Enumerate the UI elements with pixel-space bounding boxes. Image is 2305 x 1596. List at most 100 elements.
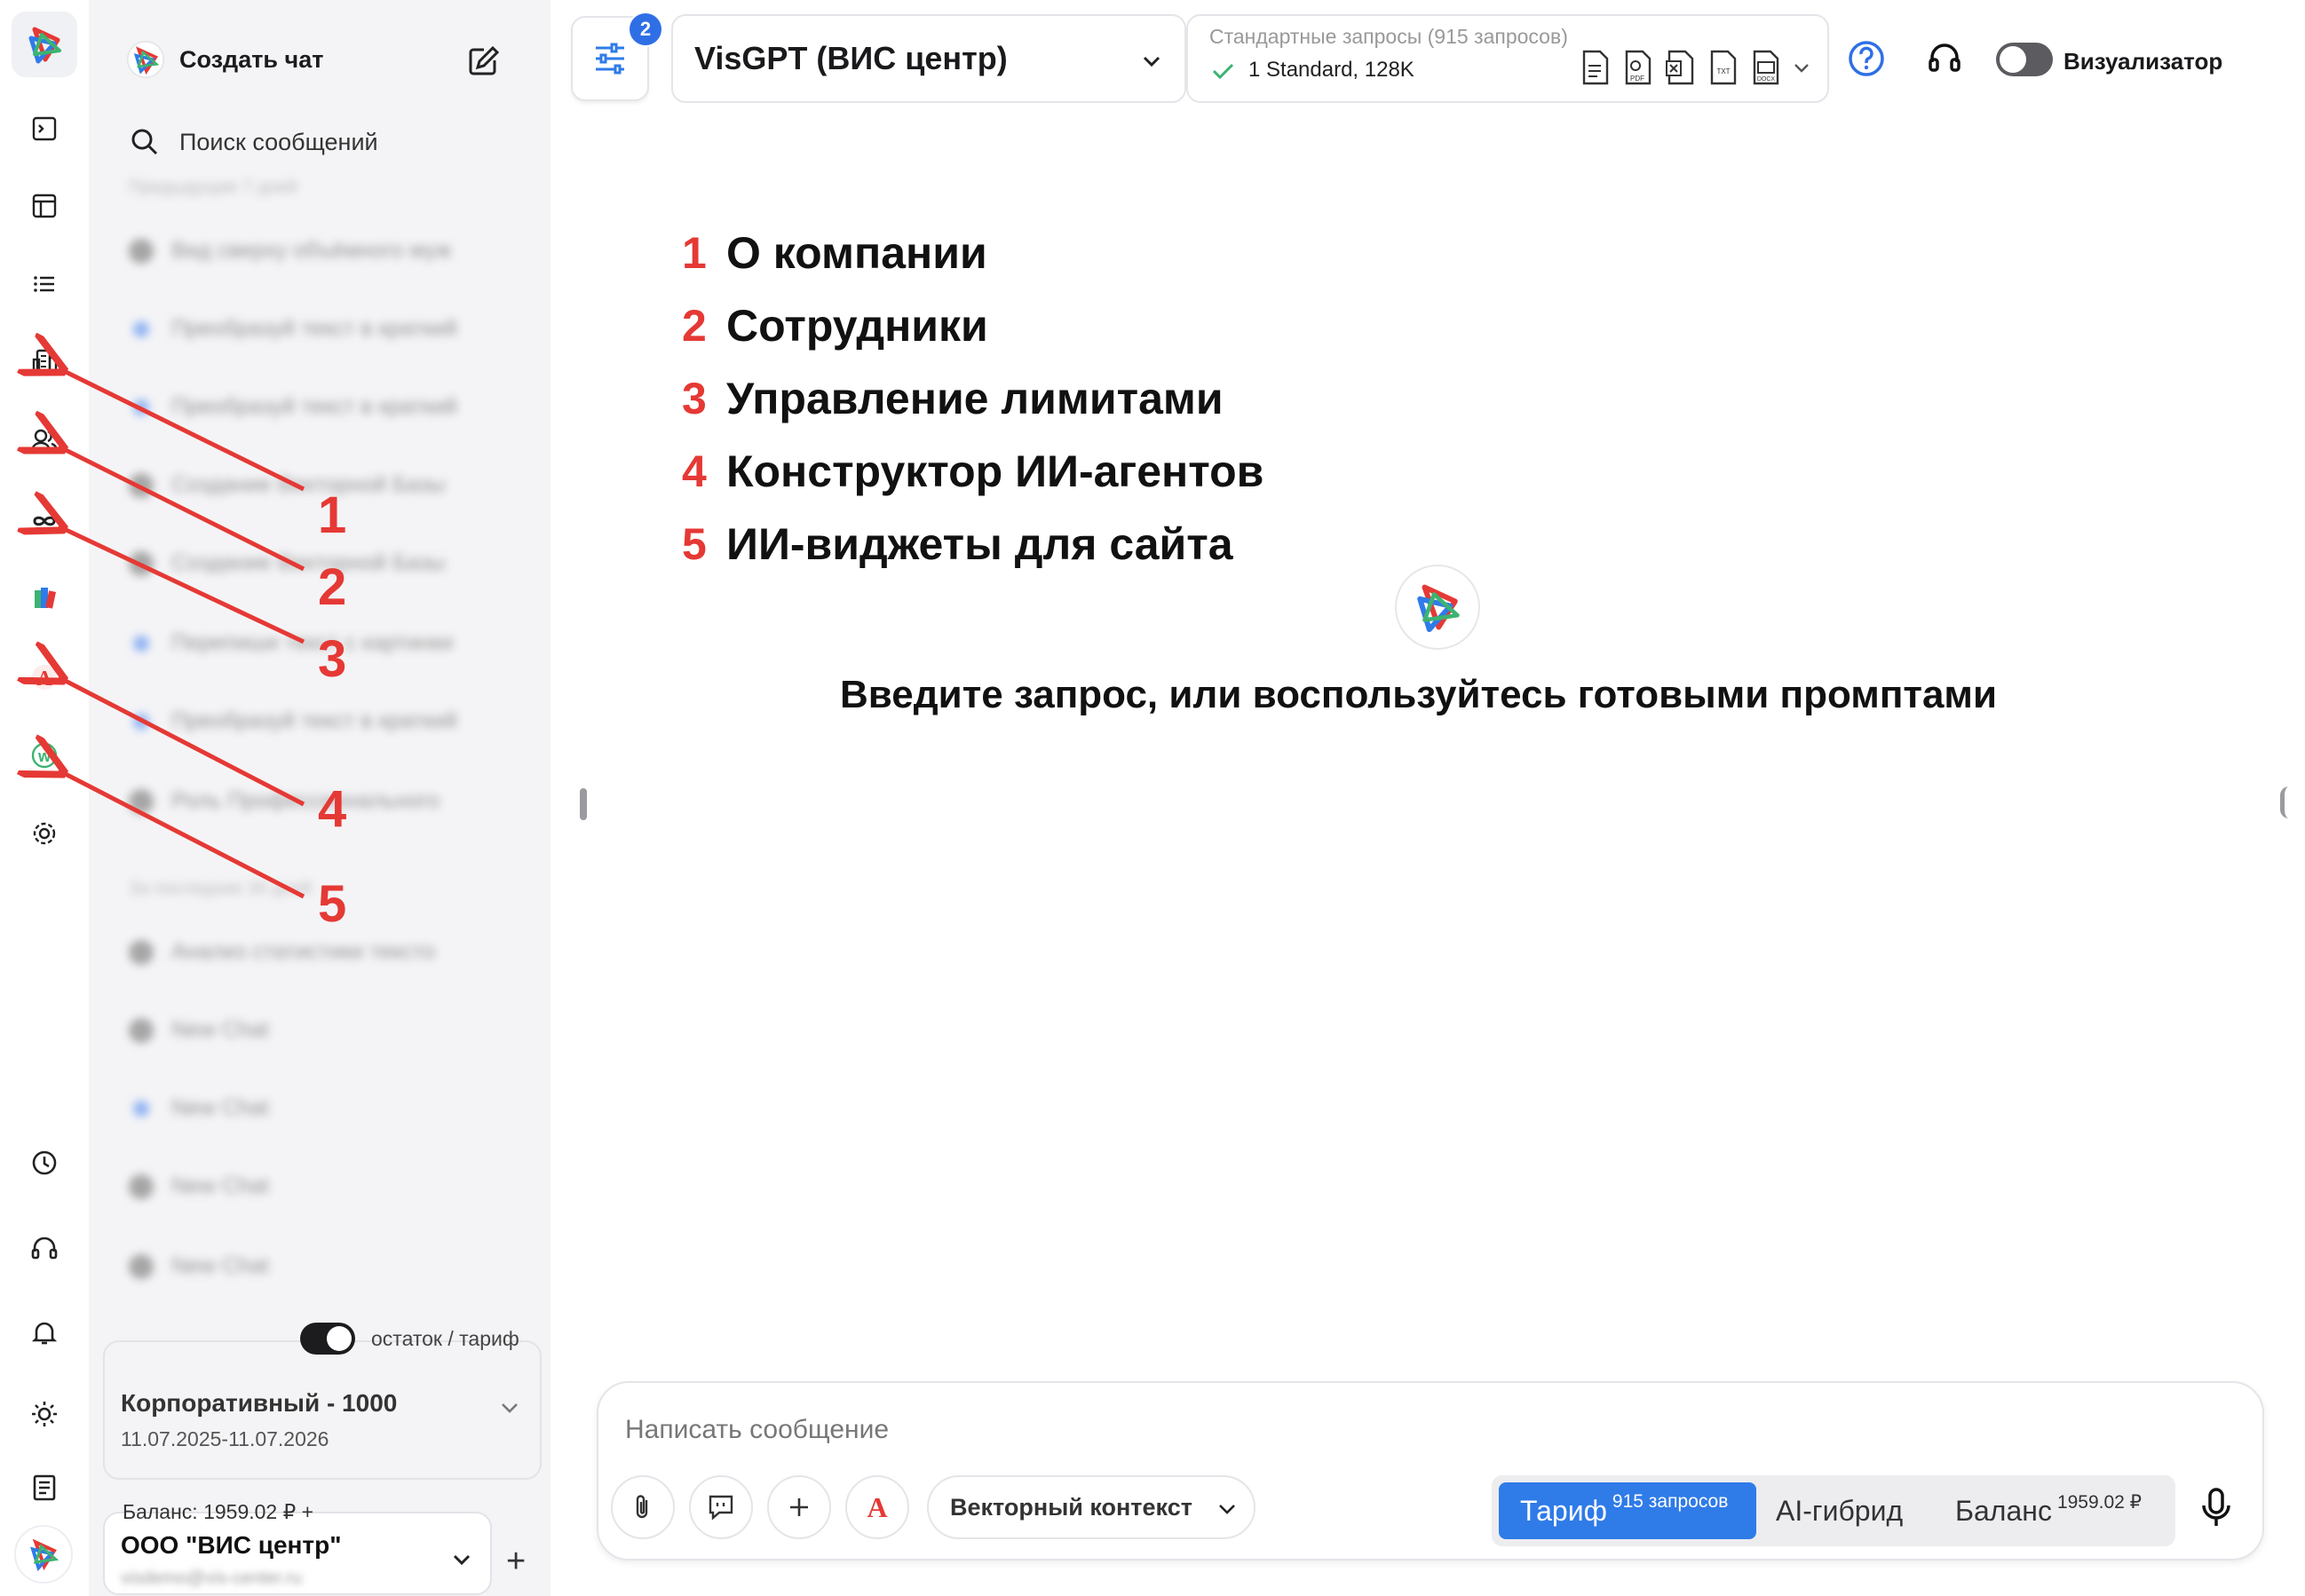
annotation-number: 4: [682, 446, 707, 496]
attach-button[interactable]: [611, 1475, 675, 1539]
mode-ai-hybrid-button[interactable]: AI-гибрид: [1776, 1482, 1903, 1539]
tariff-card[interactable]: Корпоративный - 1000 11.07.2025-11.07.20…: [103, 1340, 542, 1480]
infinity-limits-icon[interactable]: [22, 499, 67, 543]
headset-icon[interactable]: [22, 1227, 67, 1271]
docx-file-icon: DOCX: [1753, 50, 1779, 85]
organization-select[interactable]: ООО "ВИС центр" visdemo@vis-center.ru: [103, 1512, 492, 1595]
pdf-file-icon: PDF: [1625, 50, 1652, 85]
chevron-down-icon: [1794, 64, 1809, 73]
list-icon[interactable]: [22, 262, 67, 306]
chat-group-label: За последние 30 дней: [129, 879, 313, 898]
widget-icon[interactable]: w: [22, 733, 67, 778]
agent-builder-icon[interactable]: A: [22, 655, 67, 699]
chevron-down-icon: [502, 1403, 518, 1413]
annotation-item: 2 Сотрудники: [682, 289, 1263, 362]
chat-list-item[interactable]: Анализ статистики тексто: [129, 939, 435, 965]
employees-icon[interactable]: [22, 419, 67, 463]
chat-list-item[interactable]: New Chat: [129, 1095, 269, 1121]
gear-icon[interactable]: [22, 811, 67, 856]
help-icon[interactable]: [1847, 39, 1886, 78]
chevron-down-icon: [1219, 1505, 1235, 1514]
message-search[interactable]: Поиск сообщений: [130, 124, 378, 160]
chat-list-item[interactable]: Преобразуй текст в краткий: [129, 394, 457, 420]
chat-list-item[interactable]: New Chat: [129, 1173, 269, 1199]
vector-context-label: Векторный контекст: [950, 1493, 1192, 1521]
message-composer[interactable]: Написать сообщение A Векторный контекст …: [597, 1381, 2264, 1560]
visgpt-logo-icon: [126, 40, 165, 79]
center-logo: [1395, 565, 1480, 650]
annotation-label: ИИ-виджеты для сайта: [726, 519, 1233, 569]
chat-list-item[interactable]: Преобразуй текст в краткий: [129, 316, 457, 342]
chat-list-item[interactable]: Создание Векторной Базы: [129, 472, 446, 498]
tariff-dates: 11.07.2025-11.07.2026: [121, 1427, 329, 1450]
table-icon[interactable]: [22, 184, 67, 228]
balance-label[interactable]: Баланс: 1959.02 ₽ +: [123, 1500, 313, 1524]
svg-text:A: A: [36, 668, 52, 691]
toggle-switch[interactable]: [300, 1323, 355, 1355]
add-organization-button[interactable]: +: [506, 1543, 526, 1581]
books-icon[interactable]: [22, 575, 67, 620]
microphone-icon[interactable]: [2197, 1486, 2236, 1530]
txt-file-icon: [1582, 50, 1609, 85]
annotation-item: 4 Конструктор ИИ-агентов: [682, 435, 1263, 508]
svg-text:A: A: [867, 1491, 887, 1523]
mode-tariff-label: Тариф: [1520, 1494, 1607, 1527]
chat-list-item[interactable]: New Chat: [129, 1017, 269, 1043]
toggle-label: остаток / тариф: [371, 1326, 519, 1350]
prompt-hint: Введите запрос, или воспользуйтесь готов…: [840, 673, 1998, 716]
quota-selector[interactable]: Стандартные запросы (915 запросов) 1 Sta…: [1186, 14, 1829, 103]
visualizer-toggle[interactable]: [1996, 43, 2053, 76]
new-chat-button[interactable]: Создать чат: [126, 37, 323, 82]
plus-icon: [790, 1498, 808, 1516]
mode-tariff-count: 915 запросов: [1612, 1491, 1729, 1512]
document-icon[interactable]: [22, 1466, 67, 1510]
mode-balance-amount: 1959.02 ₽: [2056, 1491, 2143, 1513]
chat-bubble-icon: [709, 1495, 733, 1521]
sliders-icon: [596, 43, 624, 75]
history-icon[interactable]: [22, 1141, 67, 1185]
chat-list-item[interactable]: Создание Векторной Базы: [129, 550, 446, 576]
user-avatar[interactable]: [14, 1525, 73, 1584]
annotation-number: 1: [682, 228, 707, 278]
company-icon[interactable]: [22, 340, 67, 384]
chat-list-item[interactable]: New Chat: [129, 1253, 269, 1279]
icon-rail: A w: [0, 0, 89, 1596]
chat-list-item[interactable]: Вид сверху объёмного муж: [129, 238, 451, 264]
sidebar-resize-handle[interactable]: [580, 788, 587, 820]
chat-list-item[interactable]: Перепиши текст с картинки: [129, 630, 454, 656]
agent-a-icon: A: [867, 1491, 887, 1523]
quota-status: 1 Standard, 128K: [1209, 57, 1414, 83]
agent-button[interactable]: A: [845, 1475, 909, 1539]
model-select[interactable]: VisGPT (ВИС центр): [671, 14, 1186, 103]
svg-text:DOCX: DOCX: [1757, 76, 1776, 83]
balance-tariff-toggle[interactable]: остаток / тариф: [300, 1323, 519, 1355]
chat-list-item[interactable]: Роль Профессионального: [129, 788, 440, 814]
svg-text:TXT: TXT: [1716, 67, 1730, 75]
mode-tariff-button[interactable]: Тариф 915 запросов: [1499, 1482, 1756, 1539]
chevron-down-icon: [453, 1554, 471, 1566]
sun-theme-icon[interactable]: [22, 1392, 67, 1436]
mode-balance-button[interactable]: Баланс 1959.02 ₽: [1955, 1482, 2142, 1539]
add-button[interactable]: [767, 1475, 831, 1539]
right-panel-handle[interactable]: [2280, 786, 2291, 818]
annotation-item: 5 ИИ-виджеты для сайта: [682, 508, 1263, 581]
check-icon: [1212, 63, 1234, 80]
visgpt-logo-icon: [28, 27, 61, 64]
vector-context-select[interactable]: Векторный контекст: [927, 1475, 1255, 1539]
message-input[interactable]: Написать сообщение: [625, 1415, 889, 1445]
prompts-button[interactable]: [689, 1475, 753, 1539]
chevron-down-icon: [1143, 56, 1160, 67]
new-chat-label: Создать чат: [179, 45, 324, 73]
support-headset-icon[interactable]: [1925, 39, 1964, 78]
app-logo[interactable]: [12, 12, 77, 77]
file-formats: PDF TXT DOCX: [1579, 50, 1811, 85]
compose-edit-icon[interactable]: [466, 43, 502, 78]
quota-status-text: 1 Standard, 128K: [1248, 58, 1414, 82]
chat-list-item[interactable]: Преобразуй текст в краткий: [129, 708, 457, 734]
terminal-icon[interactable]: [22, 107, 67, 151]
bell-icon[interactable]: [22, 1310, 67, 1355]
annotation-label: Конструктор ИИ-агентов: [726, 446, 1264, 496]
settings-count-badge: 2: [628, 12, 663, 47]
annotation-label: О компании: [726, 228, 987, 278]
paperclip-icon: [636, 1495, 648, 1519]
